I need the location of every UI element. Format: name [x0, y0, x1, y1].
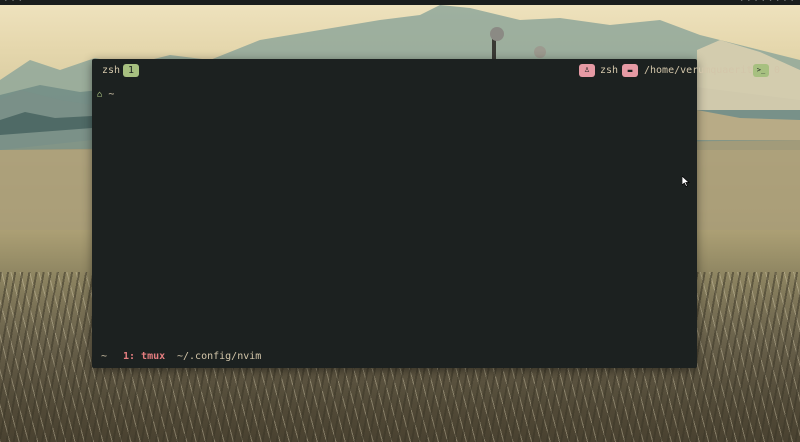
prompt-directory: ~ — [108, 89, 115, 100]
tmux-status-line: ~ 1: tmux ~/.config/nvim — [92, 348, 697, 368]
shell-name: zsh — [600, 65, 619, 76]
shell-prompt[interactable]: ⌂ ~ — [97, 89, 114, 101]
ghost-icon: ⌂ — [97, 90, 103, 100]
terminal-window[interactable]: zsh 1 ♙ zsh ▬ /home/verumquaerite >_ 0 ⌂… — [92, 59, 780, 368]
user-icon: ♙ — [579, 64, 595, 77]
window-count-badge: 1 — [123, 64, 139, 77]
tmux-window-tab-active[interactable]: 1: tmux — [123, 351, 165, 363]
terminal-header: zsh 1 ♙ zsh ▬ /home/verumquaerite >_ 0 — [92, 59, 780, 81]
top-bar-left-text: • • • — [4, 0, 23, 4]
desktop-top-bar: • • • • • • • • • • • — [0, 0, 800, 5]
session-name: zsh — [102, 65, 121, 76]
current-path: /home/verumquaerite — [644, 65, 759, 76]
status-home: ~ — [101, 351, 108, 362]
top-bar-right-text: • • • • • • • • — [739, 0, 794, 4]
status-path: ~/.config/nvim — [177, 351, 262, 362]
job-count: 0 — [774, 65, 781, 76]
folder-icon: ▬ — [622, 64, 638, 77]
terminal-icon: >_ — [753, 64, 769, 77]
